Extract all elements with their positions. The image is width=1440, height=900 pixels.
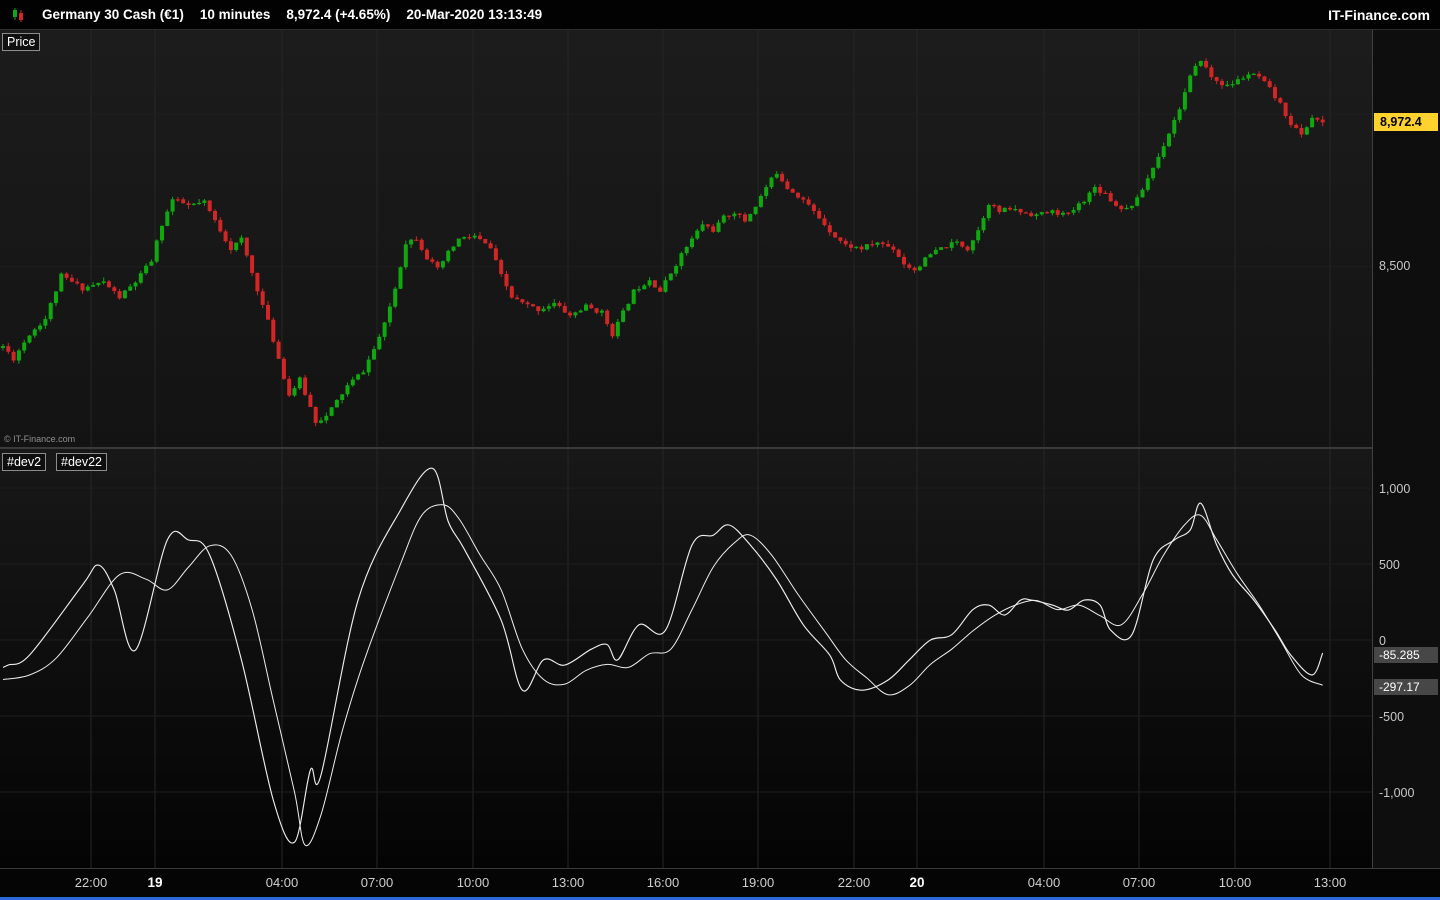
change-percent: (+4.65%) bbox=[335, 7, 391, 22]
time-label: 13:00 bbox=[1313, 875, 1347, 890]
candlestick-chart[interactable] bbox=[0, 30, 1372, 447]
trading-app-window: Germany 30 Cash (€1) 10 minutes 8,972.4 … bbox=[0, 0, 1440, 900]
indicator-label-dev22[interactable]: #dev22 bbox=[56, 453, 108, 471]
copyright-watermark: © IT-Finance.com bbox=[4, 434, 76, 444]
time-label: 19:00 bbox=[741, 875, 775, 890]
candlestick-icon bbox=[10, 7, 26, 23]
indicator-value-badge: -85.285 bbox=[1374, 646, 1438, 663]
instrument-name: Germany 30 Cash (€1) bbox=[42, 7, 184, 22]
price-axis[interactable]: 8,500 8,972.4 1,000 500 0 -500 -1,000 -85.285 -2… bbox=[1372, 30, 1440, 868]
last-price-badge: 8,972.4 bbox=[1374, 113, 1438, 132]
time-label: 22:00 bbox=[74, 875, 108, 890]
time-label: 16:00 bbox=[646, 875, 680, 890]
time-label: 13:00 bbox=[551, 875, 585, 890]
time-label: 04:00 bbox=[1027, 875, 1061, 890]
day-label: 19 bbox=[147, 875, 163, 890]
price-panel-label[interactable]: Price bbox=[2, 33, 41, 51]
time-label: 22:00 bbox=[837, 875, 871, 890]
indicator-value-badge: -297.17 bbox=[1374, 679, 1438, 696]
last-price-header: 8,972.4 (+4.65%) bbox=[286, 7, 391, 22]
time-label: 04:00 bbox=[265, 875, 299, 890]
indicator-chart-area[interactable]: #dev2 #dev22 bbox=[0, 449, 1372, 868]
brand: IT-Finance.com bbox=[1328, 6, 1430, 23]
indicator-axis-tick: -500 bbox=[1379, 710, 1405, 725]
day-label: 20 bbox=[909, 875, 925, 890]
timeframe: 10 minutes bbox=[199, 7, 271, 22]
time-label: 07:00 bbox=[360, 875, 394, 890]
indicator-axis-tick: 500 bbox=[1379, 558, 1400, 573]
indicator-axis-tick: -1,000 bbox=[1379, 786, 1415, 800]
indicator-lines-chart[interactable] bbox=[0, 449, 1372, 868]
indicator-axis-tick: 0 bbox=[1379, 634, 1386, 649]
time-label: 10:00 bbox=[1218, 875, 1252, 890]
header-bar: Germany 30 Cash (€1) 10 minutes 8,972.4 … bbox=[0, 0, 1440, 30]
time-label: 10:00 bbox=[456, 875, 490, 890]
indicator-axis-tick: 1,000 bbox=[1379, 482, 1411, 497]
price-chart-area[interactable]: Price © IT-Finance.com bbox=[0, 30, 1372, 447]
price-axis-tick: 8,500 bbox=[1379, 258, 1411, 273]
time-axis[interactable]: 22:00 19 04:00 07:00 10:00 13:00 16:00 19:00 22:… bbox=[0, 868, 1440, 897]
datetime: 20-Mar-2020 13:13:49 bbox=[406, 7, 543, 22]
indicator-label-dev2[interactable]: #dev2 bbox=[2, 453, 47, 471]
time-label: 07:00 bbox=[1122, 875, 1156, 890]
